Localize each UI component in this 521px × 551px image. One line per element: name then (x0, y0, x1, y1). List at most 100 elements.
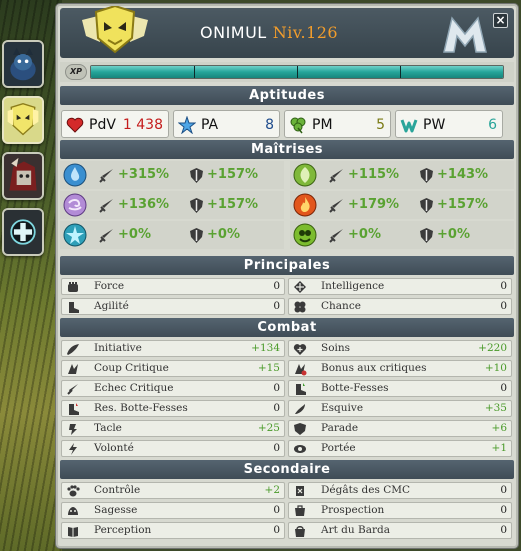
stat-value: 0 (500, 504, 507, 516)
stat-value: 0 (273, 442, 280, 454)
mastery-resist-value: +157% (207, 167, 259, 182)
stat-label: Agilité (94, 300, 129, 312)
sword-icon (329, 199, 343, 213)
mastery-resist-value: +0% (207, 227, 240, 242)
aptitude-label: PdV (89, 117, 116, 133)
aptitude-label: PW (423, 117, 446, 133)
mastery-fire: +179% +157% (290, 191, 514, 219)
heal-tab-button[interactable] (2, 208, 44, 256)
earth-icon (293, 163, 317, 187)
mastery-resist-value: +0% (437, 227, 470, 242)
monster-portrait-icon (4, 154, 42, 198)
mastery-melee-value: +0% (348, 227, 381, 242)
crit-bonus-icon (295, 364, 307, 376)
stat-row-perception: Perception 0 (61, 522, 285, 539)
heal-icon (293, 344, 307, 355)
will-icon (69, 443, 77, 455)
xp-badge: XP (65, 64, 87, 80)
stat-label: Esquive (321, 402, 364, 414)
mastery-melee-value: +315% (118, 167, 170, 182)
stat-value: 0 (273, 382, 280, 394)
stat-row-bonus-critiques: Bonus aux critiques +10 (288, 360, 512, 377)
stat-value: +10 (484, 362, 507, 374)
stat-label: Botte-Fesses (321, 382, 389, 394)
stat-label: Echec Critique (94, 382, 174, 394)
stat-label: Perception (94, 524, 152, 536)
stat-value: 0 (500, 300, 507, 312)
heart-icon (66, 117, 84, 133)
clover-small-icon (294, 301, 306, 313)
mastery-row: +315% +157% +115% +143% (60, 161, 514, 189)
stat-value: 0 (273, 524, 280, 536)
mastery-earth: +115% +143% (290, 161, 514, 189)
aptitude-pa: PA 8 (173, 110, 280, 138)
stat-value: 0 (500, 382, 507, 394)
stat-label: Coup Critique (94, 362, 169, 374)
xp-divider (400, 66, 401, 78)
stat-row-tacle: Tacle +25 (61, 420, 285, 437)
backstab-res-icon (69, 403, 79, 415)
stat-label: Soins (321, 342, 351, 354)
stat-value: 0 (273, 402, 280, 414)
shield-icon (190, 198, 203, 213)
aptitude-value: 8 (265, 117, 274, 133)
stat-value: +6 (491, 422, 507, 434)
stat-value: +134 (251, 342, 280, 354)
star-icon (178, 116, 196, 134)
stat-row-coup-critique: Coup Critique +15 (61, 360, 285, 377)
stat-label: Chance (321, 300, 361, 312)
stat-label: Tacle (94, 422, 122, 434)
wisdom-icon (68, 507, 78, 515)
aptitude-value: 6 (488, 117, 497, 133)
stat-value: +25 (257, 422, 280, 434)
section-header-maitrises: Maîtrises (60, 140, 514, 159)
stat-value: 0 (273, 504, 280, 516)
stat-row-sagesse: Sagesse 0 (61, 502, 285, 519)
stat-row-portee: Portée +1 (288, 440, 512, 457)
stat-row-chance: Chance 0 (288, 298, 512, 315)
mastery-melee-value: +179% (348, 197, 400, 212)
support-icon (293, 223, 317, 247)
xp-divider (297, 66, 298, 78)
crit-fail-icon (67, 384, 78, 395)
stat-row-echec-critique: Echec Critique 0 (61, 380, 285, 397)
stat-row-degats-cmc: Dégâts des CMC 0 (288, 482, 512, 499)
stat-value: 0 (500, 524, 507, 536)
wakfu-icon (400, 119, 418, 133)
mastery-row: +136% +157% +179% +157% (60, 191, 514, 219)
stat-label: Volonté (94, 442, 134, 454)
mastery-melee-value: +0% (118, 227, 151, 242)
stat-label: Art du Barda (321, 524, 390, 536)
xp-row: XP (60, 62, 514, 82)
section-header-secondaire: Secondaire (60, 460, 514, 479)
mastery-water: +315% +157% (60, 161, 284, 189)
stat-label: Sagesse (94, 504, 138, 516)
stat-label: Intelligence (321, 280, 385, 292)
backstab-icon (296, 383, 306, 395)
stat-row-prospection: Prospection 0 (288, 502, 512, 519)
clover-icon (290, 117, 306, 134)
cmc-icon (296, 486, 304, 496)
close-button[interactable]: × (493, 13, 508, 28)
stat-value: +1 (491, 442, 507, 454)
stat-label: Parade (321, 422, 359, 434)
stat-label: Res. Botte-Fesses (94, 402, 188, 414)
shield-icon (190, 228, 203, 243)
block-icon (294, 423, 306, 435)
stat-row-volonte: Volonté 0 (61, 440, 285, 457)
aptitude-pm: PM 5 (284, 110, 391, 138)
stat-value: +2 (264, 484, 280, 496)
character-tab-button[interactable] (2, 96, 44, 144)
guild-emblem-icon (82, 6, 148, 54)
mastery-resist-value: +143% (437, 167, 489, 182)
stat-label: Force (94, 280, 125, 292)
paw-icon (67, 485, 80, 497)
stat-label: Contrôle (94, 484, 141, 496)
companion-tab-button[interactable] (2, 40, 44, 88)
aptitude-value: 5 (376, 117, 385, 133)
monster-tab-button[interactable] (2, 152, 44, 200)
section-header-principales: Principales (60, 256, 514, 275)
companion-portrait-icon (4, 42, 42, 86)
range-icon (294, 445, 306, 453)
stasis-icon (63, 223, 87, 247)
